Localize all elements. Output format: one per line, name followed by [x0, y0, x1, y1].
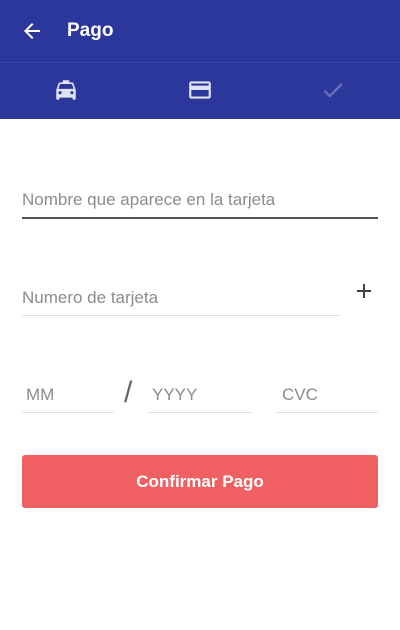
check-icon[interactable]	[320, 77, 346, 103]
card-number-field[interactable]	[22, 281, 340, 316]
expiry-year-field[interactable]	[148, 378, 253, 413]
taxi-icon[interactable]	[53, 77, 79, 103]
date-separator: /	[124, 376, 133, 409]
payment-steps	[0, 62, 400, 119]
page-title: Pago	[67, 20, 114, 41]
plus-icon[interactable]	[352, 279, 376, 303]
credit-card-icon[interactable]	[187, 77, 213, 103]
app-bar: Pago	[0, 0, 400, 62]
confirm-payment-button[interactable]: Confirmar Pago	[22, 455, 378, 508]
cvc-field[interactable]	[275, 378, 378, 413]
arrow-left-icon[interactable]	[20, 19, 44, 43]
expiry-month-field[interactable]	[22, 378, 114, 413]
card-name-field[interactable]	[22, 182, 378, 219]
